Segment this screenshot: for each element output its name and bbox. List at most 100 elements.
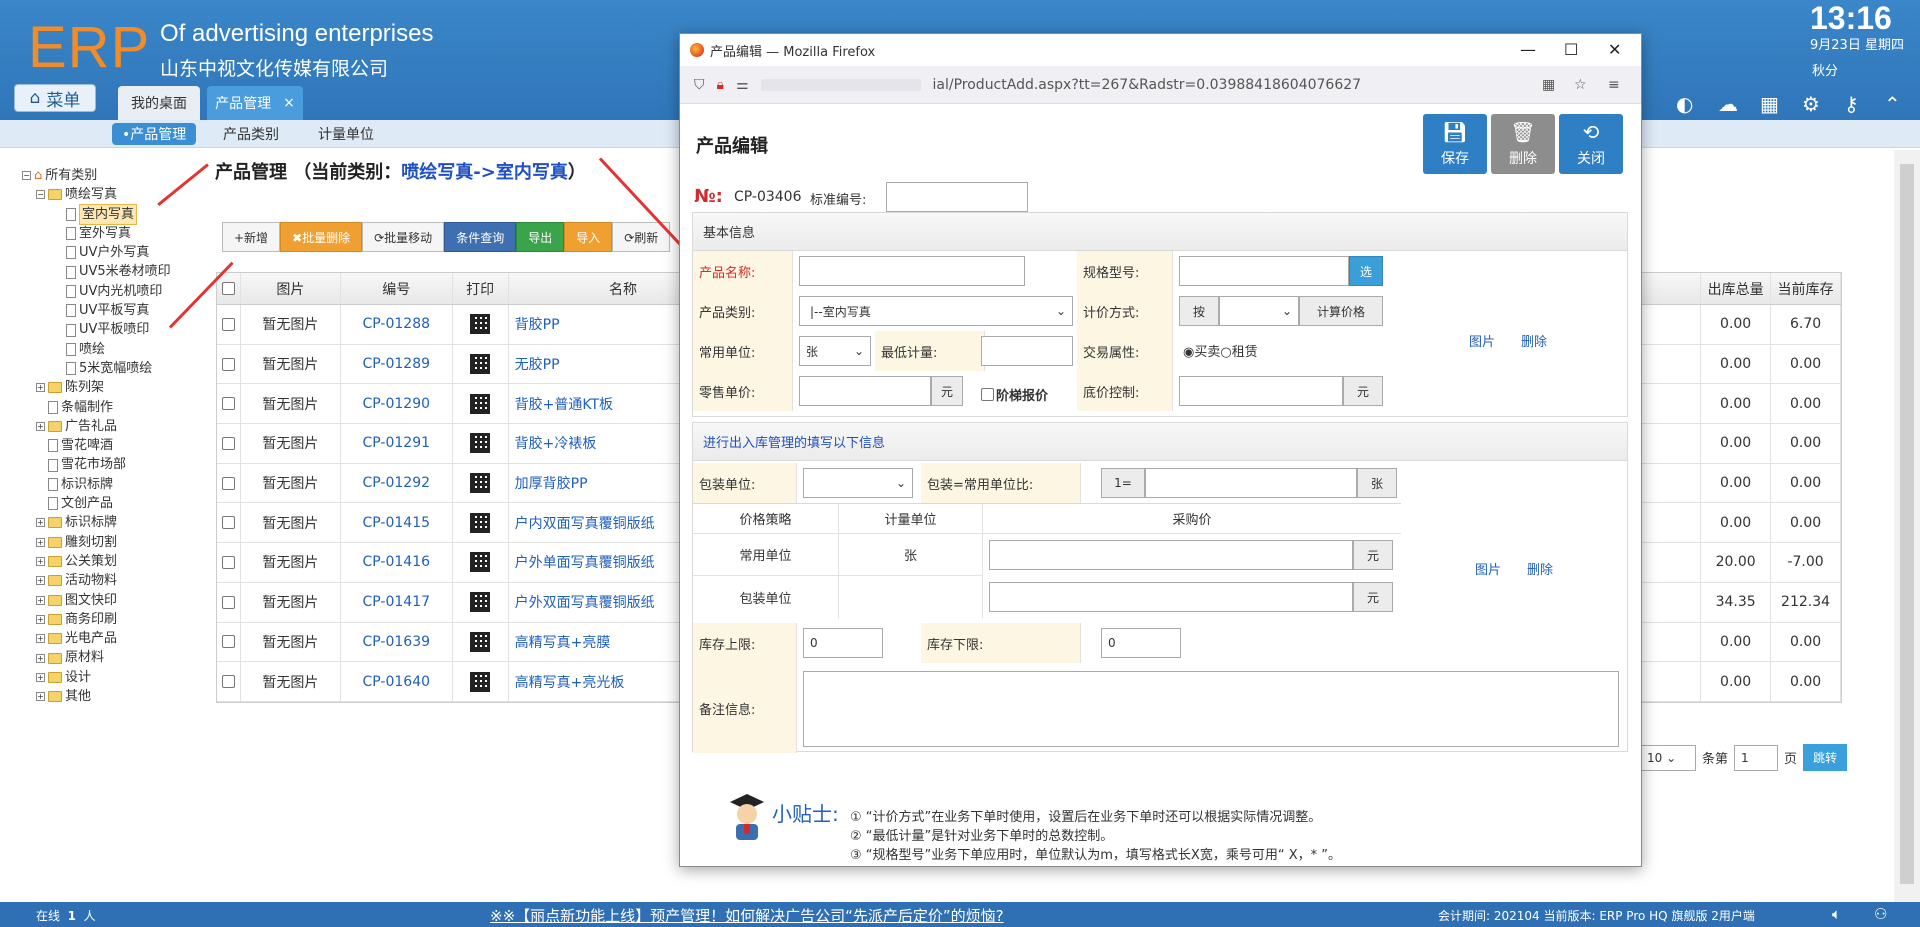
tree-node[interactable]: 文创产品 (22, 494, 171, 513)
image-link[interactable]: 图片 (1469, 331, 1495, 350)
page-size-select[interactable]: 10 ⌄ (1640, 744, 1696, 771)
add-button[interactable]: +新增 (222, 222, 281, 252)
user-icon[interactable]: ◐ (1676, 92, 1693, 116)
product-name-input[interactable] (799, 256, 1025, 286)
qr-code-icon[interactable] (453, 424, 509, 463)
close-icon[interactable]: ✕ (1608, 40, 1621, 59)
unit-select[interactable]: 张 ⌄ (799, 336, 871, 366)
expand-icon[interactable]: + (36, 576, 45, 586)
apps-icon[interactable]: ▦ (1760, 92, 1779, 116)
tree-root[interactable]: − ⌂ 所有类别 (22, 166, 171, 185)
row-checkbox[interactable] (217, 305, 241, 344)
select-all-checkbox[interactable] (217, 273, 241, 304)
qr-code-icon[interactable] (453, 543, 509, 582)
cell-code[interactable]: CP-01290 (341, 384, 453, 424)
qr-code-icon[interactable] (453, 622, 509, 662)
cell-code[interactable]: CP-01640 (341, 662, 453, 701)
tree-node[interactable]: + 雕刻切割 (22, 533, 171, 552)
expand-icon[interactable]: + (36, 595, 45, 605)
delete-image-link[interactable]: 删除 (1521, 331, 1547, 350)
qr-code-icon[interactable] (453, 662, 509, 701)
address-bar[interactable]: ⛉ 🔒︎ ⚌ ial/ProductAdd.aspx?tt=267&Radstr… (680, 66, 1641, 104)
gear-icon[interactable]: ⚙ (1802, 92, 1820, 116)
cell-code[interactable]: CP-01291 (341, 424, 453, 463)
pack-ratio-input[interactable] (1145, 468, 1357, 498)
expand-icon[interactable]: + (36, 614, 45, 624)
pack-unit-select[interactable]: ⌄ (803, 468, 913, 498)
row-checkbox[interactable] (217, 543, 241, 582)
site-info-icon[interactable]: ⚌ (736, 77, 749, 93)
save-button[interactable]: 💾︎ 保存 (1423, 114, 1487, 174)
tab-product-management[interactable]: 产品管理 × (207, 86, 303, 120)
subnav-measure-unit[interactable]: 计量单位 (308, 123, 384, 145)
collapse-icon[interactable]: − (22, 171, 31, 181)
row-checkbox[interactable] (217, 344, 241, 384)
pack-image-link[interactable]: 图片 (1475, 559, 1501, 578)
col-code[interactable]: 编号 (341, 273, 453, 304)
menu-button[interactable]: ⌂ 菜单 (14, 84, 96, 112)
tree-node[interactable]: UV内光机喷印 (22, 282, 171, 301)
tree-node[interactable]: + 陈列架 (22, 378, 171, 397)
minimize-icon[interactable]: — (1520, 40, 1536, 59)
pack-delete-image-link[interactable]: 删除 (1527, 559, 1553, 578)
tree-node[interactable]: 标识标牌 (22, 475, 171, 494)
stock-min-input[interactable]: 0 (1101, 628, 1181, 658)
tree-node[interactable]: 雪花市场部 (22, 455, 171, 474)
users-icon[interactable]: ⚇ (1874, 905, 1887, 923)
qr-icon[interactable]: ▦ (1542, 77, 1555, 93)
export-button[interactable]: 导出 (516, 222, 565, 252)
tree-node[interactable]: UV户外写真 (22, 243, 171, 262)
qr-code-icon[interactable] (453, 582, 509, 622)
tree-node[interactable]: + 设计 (22, 668, 171, 687)
remark-textarea[interactable] (803, 671, 1619, 747)
row-checkbox[interactable] (217, 503, 241, 543)
expand-icon[interactable]: + (36, 692, 45, 702)
cell-code[interactable]: CP-01289 (341, 344, 453, 384)
col-image[interactable]: 图片 (241, 273, 341, 304)
trade-type-radios[interactable]: ◉买卖○租赁 (1183, 341, 1258, 360)
row-checkbox[interactable] (217, 662, 241, 701)
stock-max-input[interactable]: 0 (803, 628, 883, 658)
cell-code[interactable]: CP-01415 (341, 503, 453, 543)
tree-node[interactable]: + 广告礼品 (22, 417, 171, 436)
delete-button[interactable]: 🗑︎ 删除 (1491, 114, 1555, 174)
tree-node[interactable]: UV平板写真 (22, 301, 171, 320)
tree-node[interactable]: + 光电产品 (22, 629, 171, 648)
star-icon[interactable]: ☆ (1574, 77, 1587, 93)
tree-node[interactable]: 喷绘 (22, 340, 171, 359)
help-icon[interactable]: ☁ (1718, 92, 1738, 116)
expand-icon[interactable]: + (36, 557, 45, 567)
qr-code-icon[interactable] (453, 463, 509, 503)
qr-code-icon[interactable] (453, 503, 509, 543)
row-checkbox[interactable] (217, 463, 241, 503)
batch-delete-button[interactable]: ✖批量删除 (280, 222, 363, 252)
spec-input[interactable] (1179, 256, 1349, 286)
std-number-input[interactable] (886, 182, 1028, 212)
min-qty-input[interactable] (981, 336, 1073, 366)
page-scrollbar[interactable] (1894, 150, 1920, 902)
tree-node[interactable]: − 喷绘写真 (22, 185, 171, 204)
radio-checked-icon[interactable]: ◉ (1183, 345, 1194, 360)
pricing-select[interactable]: ⌄ (1219, 296, 1299, 326)
query-button[interactable]: 条件查询 (444, 222, 517, 252)
url-text[interactable]: ial/ProductAdd.aspx?tt=267&Radstr=0.0398… (933, 77, 1362, 93)
row-checkbox[interactable] (217, 582, 241, 622)
lock-warning-icon[interactable]: 🔒︎ (717, 77, 724, 93)
tree-node[interactable]: + 公关策划 (22, 552, 171, 571)
close-tab-icon[interactable]: × (283, 95, 295, 111)
expand-icon[interactable]: + (36, 634, 45, 644)
qr-code-icon[interactable] (453, 305, 509, 344)
shield-icon[interactable]: ⛉ (694, 77, 705, 93)
calc-price-button[interactable]: 计算价格 (1299, 296, 1383, 326)
cell-code[interactable]: CP-01288 (341, 305, 453, 344)
collapse-icon[interactable]: ⌃ (1884, 92, 1901, 116)
radio-icon[interactable]: ○ (1220, 345, 1231, 360)
import-button[interactable]: 导入 (564, 222, 613, 252)
col-print[interactable]: 打印 (453, 273, 509, 304)
subnav-product-management[interactable]: •产品管理 (112, 123, 197, 145)
maximize-icon[interactable]: ☐ (1564, 40, 1578, 59)
tree-node[interactable]: UV5米卷材喷印 (22, 262, 171, 281)
row-checkbox[interactable] (217, 384, 241, 424)
tree-node[interactable]: + 商务印刷 (22, 610, 171, 629)
row-checkbox[interactable] (217, 424, 241, 463)
